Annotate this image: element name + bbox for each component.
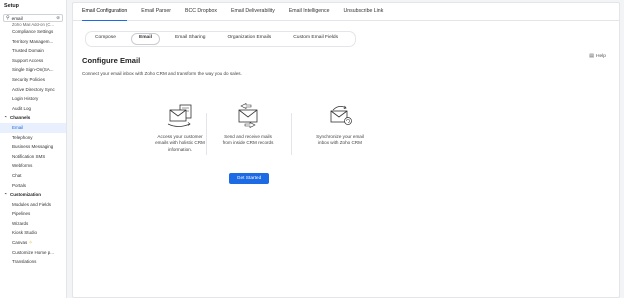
sidebar-item-customize-home-page[interactable]: Customize Home p... [0, 248, 66, 258]
sidebar-item-active-directory-sync[interactable]: Active Directory Sync [0, 85, 66, 95]
sidebar-title: Setup [4, 3, 19, 9]
sidebar-item-kiosk-studio[interactable]: Kiosk Studio [0, 228, 66, 238]
feature-item: Send and receive mails from inside CRM r… [213, 103, 283, 147]
help-book-icon: ▤ [589, 53, 594, 59]
sidebar-item-compliance-settings[interactable]: Compliance Settings [0, 27, 66, 37]
tab-bcc-dropbox[interactable]: BCC Dropbox [185, 3, 217, 20]
sparkle-icon: ✧ [28, 240, 33, 247]
sidebar-item-trusted-domain[interactable]: Trusted Domain [0, 46, 66, 56]
subtab-organization-emails[interactable]: Organization Emails [220, 33, 278, 43]
sidebar-item-label: Canvas [12, 240, 28, 246]
subtab-email-sharing[interactable]: Email Sharing [168, 33, 212, 43]
page-description: Connect your email inbox with Zoho CRM a… [82, 71, 242, 76]
sidebar-item-modules-and-fields[interactable]: Modules and Fields [0, 200, 66, 210]
sidebar-section-customization[interactable]: ⌃ Customization [0, 190, 66, 200]
top-tabs: Email Configuration Email Parser BCC Dro… [73, 3, 619, 21]
search-icon: ⚲ [6, 15, 10, 21]
sidebar-item-email[interactable]: Email [0, 122, 66, 133]
sidebar-item-login-history[interactable]: Login History [0, 94, 66, 104]
tab-email-intelligence[interactable]: Email Intelligence [289, 3, 330, 20]
setup-sidebar: Setup ⚲ email ⊗ Zoho Mail Add-on (C... C… [0, 0, 67, 298]
sub-tabs: Compose Email Email Sharing Organization… [85, 31, 619, 47]
feature-text: Synchronize your email inbox with Zoho C… [316, 134, 364, 146]
subtab-email[interactable]: Email [130, 33, 160, 45]
help-link[interactable]: ▤ Help [589, 53, 606, 59]
sidebar-item-chat[interactable]: Chat [0, 171, 66, 181]
sidebar-nav: Zoho Mail Add-on (C... Compliance Settin… [0, 23, 66, 267]
feature-item: Access your customer emails with holisti… [145, 103, 215, 153]
sidebar-item-webforms[interactable]: Webforms [0, 161, 66, 171]
sub-tabs-group: Compose Email Email Sharing Organization… [85, 31, 357, 47]
sidebar-item-territory-management[interactable]: Territory Managem... [0, 37, 66, 47]
clear-search-icon[interactable]: ⊗ [56, 15, 60, 21]
page-title: Configure Email [82, 56, 141, 65]
get-started-button[interactable]: Get Started [229, 173, 269, 184]
feature-item: Synchronize your email inbox with Zoho C… [305, 103, 375, 147]
sidebar-item-wizards[interactable]: Wizards [0, 219, 66, 229]
sidebar-section-channels[interactable]: ⌃ Channels [0, 113, 66, 123]
tab-email-configuration[interactable]: Email Configuration [82, 3, 128, 21]
sidebar-item-notification-sms[interactable]: Notification SMS [0, 152, 66, 162]
sync-mail-icon [330, 105, 352, 125]
tab-email-parser[interactable]: Email Parser [141, 3, 171, 20]
help-label: Help [595, 53, 606, 59]
sidebar-item-single-sign-on[interactable]: Single Sign-On(SA... [0, 65, 66, 75]
email-context-icon [167, 104, 192, 127]
main-panel: Email Configuration Email Parser BCC Dro… [72, 2, 620, 298]
sidebar-item-portals[interactable]: Portals [0, 181, 66, 191]
tab-unsubscribe-link[interactable]: Unsubscribe Link [344, 3, 384, 20]
sidebar-item-business-messaging[interactable]: Business Messaging [0, 142, 66, 152]
sidebar-item-translations[interactable]: Translations [0, 257, 66, 267]
sidebar-item-telephony[interactable]: Telephony [0, 133, 66, 143]
sidebar-item-pipelines[interactable]: Pipelines [0, 209, 66, 219]
feature-divider [206, 113, 207, 155]
feature-text: Access your customer emails with holisti… [155, 134, 205, 152]
feature-text: Send and receive mails from inside CRM r… [222, 134, 274, 146]
subtab-compose[interactable]: Compose [88, 33, 123, 43]
subtab-custom-email-fields[interactable]: Custom Email Fields [286, 33, 345, 43]
sidebar-item-support-access[interactable]: Support Access [0, 56, 66, 66]
send-receive-mail-icon [238, 103, 258, 128]
search-input[interactable]: email [12, 16, 57, 21]
feature-divider [291, 113, 292, 155]
feature-list: Access your customer emails with holisti… [73, 103, 619, 163]
section-label: Channels [10, 115, 31, 121]
sidebar-item-security-policies[interactable]: Security Policies [0, 75, 66, 85]
sidebar-item-canvas[interactable]: Canvas ✧ [0, 238, 66, 248]
tab-email-deliverability[interactable]: Email Deliverability [231, 3, 275, 20]
section-label: Customization [10, 192, 41, 198]
sidebar-item-audit-log[interactable]: Audit Log [0, 104, 66, 114]
sidebar-search[interactable]: ⚲ email ⊗ [3, 14, 63, 22]
